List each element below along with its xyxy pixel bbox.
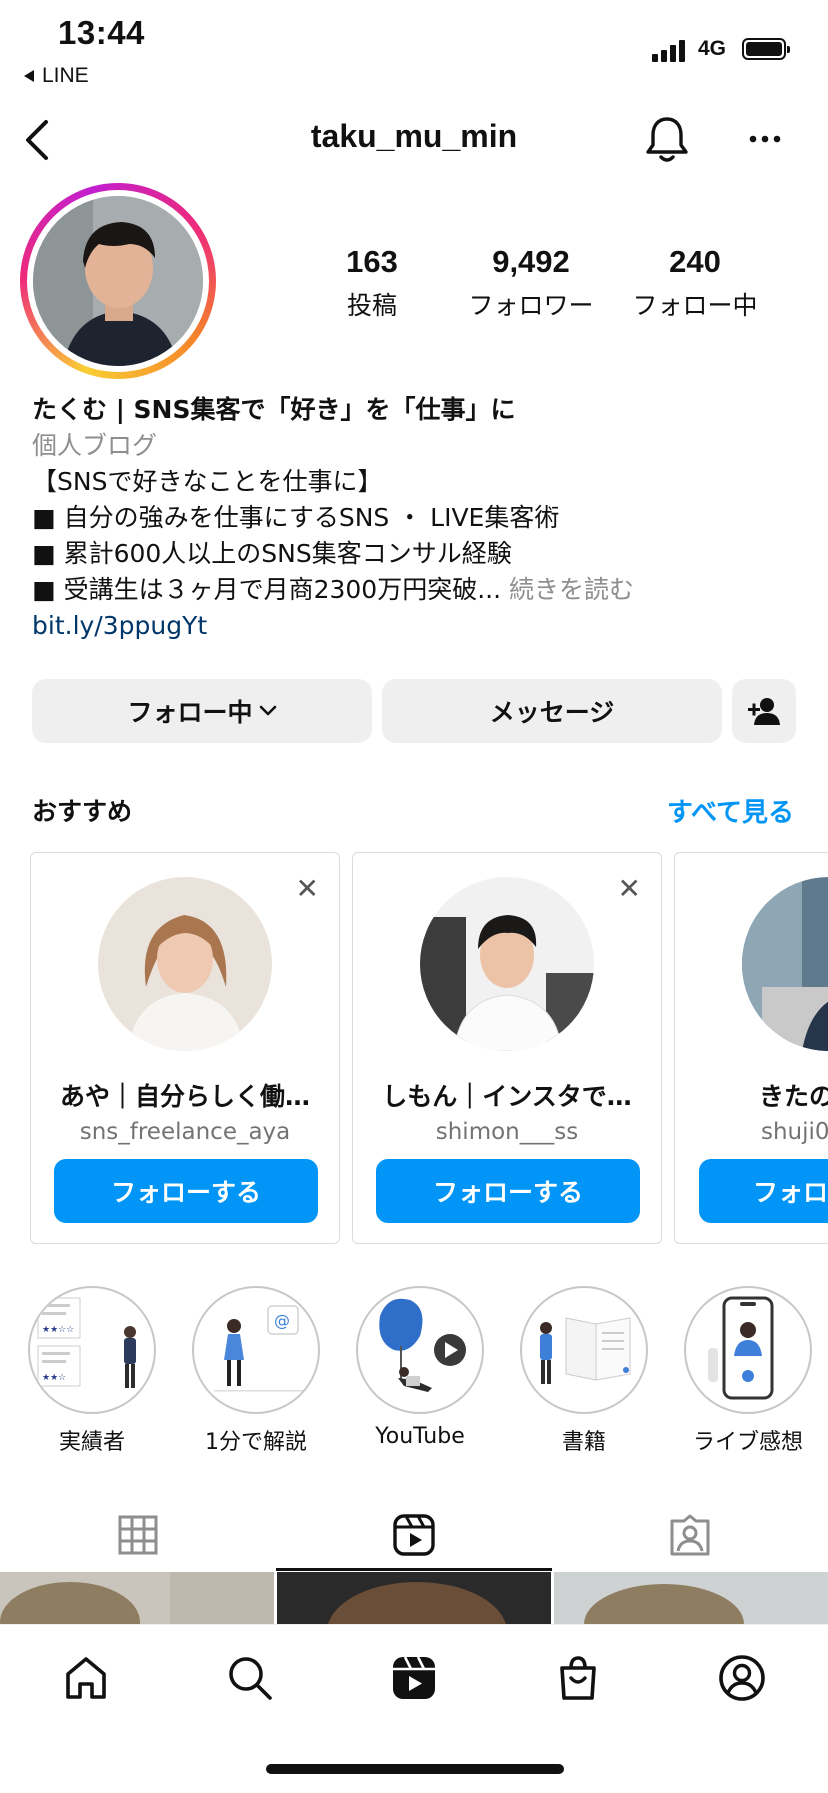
suggestion-username: sns_freelance_aya bbox=[79, 1119, 291, 1145]
highlight-cover bbox=[356, 1286, 484, 1414]
grid-post-thumbnail[interactable] bbox=[0, 1572, 274, 1624]
highlight-item[interactable]: YouTube bbox=[354, 1286, 486, 1449]
more-options-icon[interactable] bbox=[748, 128, 782, 150]
suggestion-avatar bbox=[742, 877, 828, 1051]
highlight-item[interactable]: @ 1分で解説 bbox=[190, 1286, 322, 1456]
stat-following-value: 240 bbox=[669, 244, 721, 279]
svg-text:★★☆: ★★☆ bbox=[42, 1373, 66, 1383]
highlight-label: 書籍 bbox=[561, 1430, 606, 1455]
nav-shop[interactable] bbox=[548, 1648, 608, 1708]
suggestion-name: きたの bbox=[759, 1082, 828, 1111]
dismiss-close-icon[interactable]: ✕ bbox=[618, 875, 641, 903]
back-app-label: LINE bbox=[42, 64, 89, 87]
follow-button[interactable]: フォロ bbox=[699, 1159, 828, 1223]
stat-followers[interactable]: 9,492 フォロワー bbox=[456, 244, 606, 322]
bio-line: ■ 受講生は３ヶ月で月商2300万円突破... bbox=[32, 575, 502, 604]
stat-following[interactable]: 240 フォロー中 bbox=[620, 244, 770, 322]
tab-posts-grid[interactable] bbox=[0, 1500, 276, 1570]
svg-text:★★☆☆: ★★☆☆ bbox=[42, 1325, 74, 1335]
see-all-link[interactable]: すべて見る bbox=[667, 792, 794, 829]
home-indicator bbox=[266, 1764, 564, 1774]
dismiss-close-icon[interactable]: ✕ bbox=[296, 875, 319, 903]
reels-icon bbox=[393, 1514, 435, 1556]
highlight-cover: @ bbox=[192, 1286, 320, 1414]
suggestion-name: しもん｜インスタで… bbox=[382, 1082, 632, 1111]
follow-button[interactable]: フォローする bbox=[54, 1159, 318, 1223]
notification-bell-icon[interactable] bbox=[644, 114, 690, 164]
nav-reels[interactable] bbox=[384, 1648, 444, 1708]
suggestion-username: shuji0 bbox=[761, 1119, 828, 1145]
grid-post-thumbnail[interactable] bbox=[554, 1572, 828, 1624]
bio-line: ■ 累計600人以上のSNS集客コンサル経験 bbox=[32, 539, 512, 568]
profile-icon bbox=[719, 1655, 765, 1701]
add-person-icon bbox=[748, 698, 780, 725]
profile-avatar bbox=[33, 196, 203, 366]
highlight-item[interactable]: 書籍 bbox=[518, 1286, 650, 1456]
highlight-cover bbox=[520, 1286, 648, 1414]
nav-search[interactable] bbox=[220, 1648, 280, 1708]
bio-line: 【SNSで好きなことを仕事に】 bbox=[32, 467, 383, 496]
highlight-item[interactable]: ★★☆☆ ★★☆ 実績者 bbox=[26, 1286, 158, 1456]
profile-username-title: taku_mu_min bbox=[310, 118, 518, 154]
status-time: 13:44 bbox=[58, 14, 145, 51]
suggestion-name: あや｜自分らしく働… bbox=[59, 1082, 310, 1111]
highlight-cover bbox=[684, 1286, 812, 1414]
suggestion-card[interactable]: きたの shuji0 フォロ bbox=[674, 852, 828, 1244]
signal-icon bbox=[652, 38, 685, 62]
shop-icon bbox=[560, 1656, 596, 1700]
suggest-people-button[interactable] bbox=[732, 679, 796, 743]
grid-post-thumbnail[interactable] bbox=[277, 1572, 551, 1624]
following-button[interactable]: フォロー中 bbox=[32, 679, 372, 743]
highlight-label: 実績者 bbox=[58, 1430, 125, 1455]
profile-category: 個人ブログ bbox=[32, 431, 158, 460]
highlight-label: ライブ感想 bbox=[692, 1430, 803, 1455]
read-more-link[interactable]: 続きを読む bbox=[509, 575, 634, 604]
stat-posts[interactable]: 163 投稿 bbox=[320, 244, 424, 322]
suggestion-card[interactable]: ✕ しもん｜インスタで… shimon___ss フォローする bbox=[352, 852, 662, 1244]
battery-icon bbox=[742, 38, 790, 60]
tab-tagged[interactable] bbox=[552, 1500, 828, 1570]
highlight-item[interactable]: ライブ感想 bbox=[682, 1286, 814, 1456]
nav-profile[interactable] bbox=[712, 1648, 772, 1708]
grid-icon bbox=[118, 1515, 158, 1555]
profile-display-name: たくむ | SNS集客で「好き」を「仕事」に bbox=[32, 395, 516, 424]
search-icon bbox=[229, 1657, 272, 1700]
stat-posts-value: 163 bbox=[346, 244, 398, 279]
chevron-down-icon bbox=[259, 705, 276, 716]
follow-button[interactable]: フォローする bbox=[376, 1159, 640, 1223]
stat-followers-label: フォロワー bbox=[468, 292, 594, 320]
highlight-cover: ★★☆☆ ★★☆ bbox=[28, 1286, 156, 1414]
suggestion-card[interactable]: ✕ あや｜自分らしく働… sns_freelance_aya フォローする bbox=[30, 852, 340, 1244]
suggestion-avatar bbox=[98, 877, 272, 1051]
tab-reels[interactable] bbox=[276, 1500, 552, 1570]
bio-line-last: ■ 受講生は３ヶ月で月商2300万円突破... 続きを読む bbox=[32, 572, 812, 608]
message-button-label: メッセージ bbox=[489, 698, 615, 727]
stat-posts-label: 投稿 bbox=[346, 292, 397, 320]
bio-external-link[interactable]: bit.ly/3ppugYt bbox=[32, 608, 812, 644]
nav-home[interactable] bbox=[56, 1648, 116, 1708]
profile-bio: たくむ | SNS集客で「好き」を「仕事」に 個人ブログ 【SNSで好きなことを… bbox=[32, 392, 812, 644]
reels-icon bbox=[393, 1656, 435, 1699]
back-triangle-icon bbox=[24, 70, 34, 82]
highlight-label: 1分で解説 bbox=[205, 1430, 307, 1455]
highlight-label: YouTube bbox=[375, 1424, 465, 1449]
suggestion-avatar bbox=[420, 877, 594, 1051]
tagged-icon bbox=[670, 1514, 710, 1556]
stat-followers-value: 9,492 bbox=[492, 244, 570, 279]
bio-line: ■ 自分の強みを仕事にするSNS ・ LIVE集客術 bbox=[32, 503, 560, 532]
stat-following-label: フォロー中 bbox=[632, 292, 758, 320]
svg-text:@: @ bbox=[274, 1311, 290, 1330]
network-type: 4G bbox=[698, 37, 727, 60]
back-to-app-link[interactable]: LINE bbox=[24, 64, 89, 88]
following-button-label: フォロー中 bbox=[127, 698, 253, 727]
home-icon bbox=[66, 1657, 106, 1699]
profile-avatar-story-ring[interactable] bbox=[20, 183, 216, 379]
active-tab-indicator bbox=[276, 1568, 552, 1571]
suggestions-title: おすすめ bbox=[32, 797, 133, 826]
suggestion-username: shimon___ss bbox=[435, 1119, 579, 1145]
message-button[interactable]: メッセージ bbox=[382, 679, 722, 743]
